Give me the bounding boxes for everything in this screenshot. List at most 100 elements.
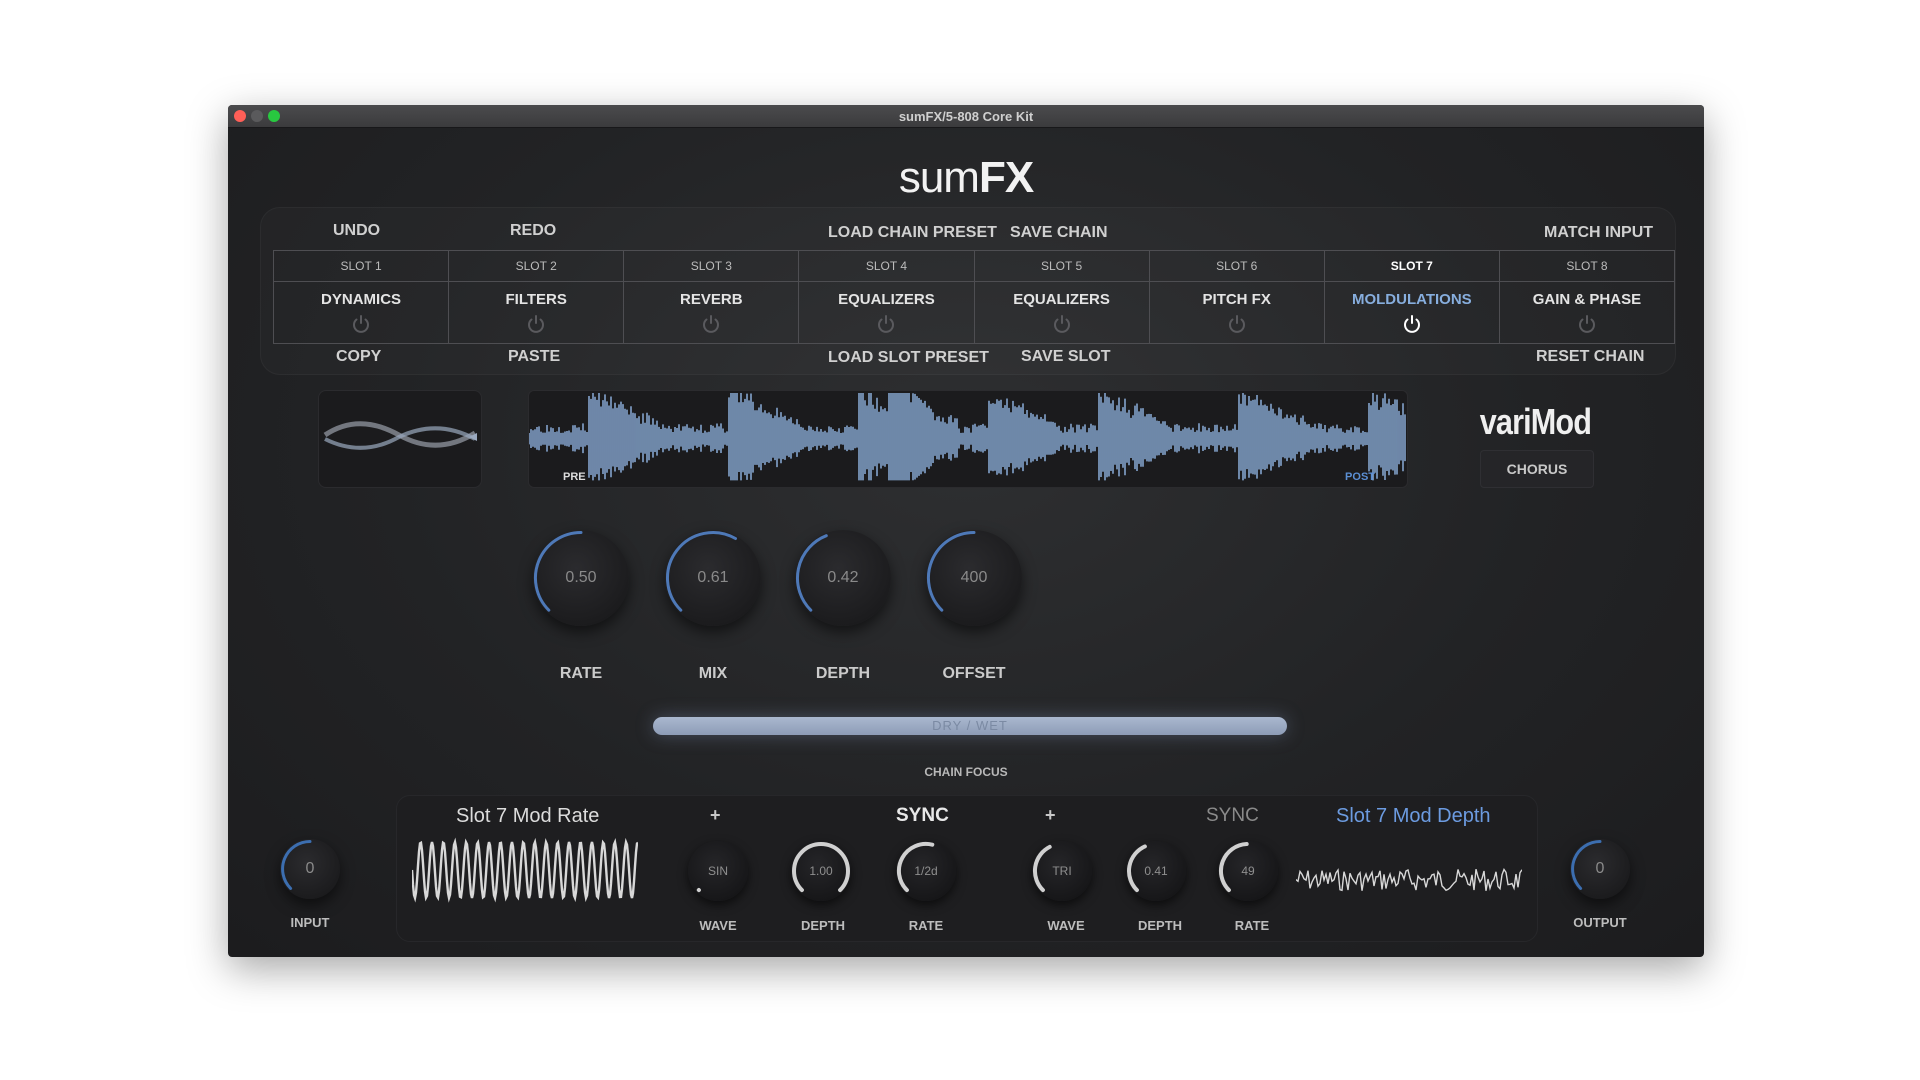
- knob-value: TRI: [1052, 864, 1072, 878]
- match-input-button[interactable]: MATCH INPUT: [1544, 224, 1653, 242]
- pre-label: PRE: [563, 471, 586, 483]
- effect-mode-selector[interactable]: CHORUS: [1480, 450, 1594, 488]
- slot-effect-name: REVERB: [680, 291, 743, 308]
- knob-value: 1/2d: [914, 864, 938, 878]
- mod-depth-depth-knob[interactable]: 0.41: [1126, 841, 1186, 901]
- mod-shape-preview: [318, 390, 482, 488]
- slot-number: SLOT 2: [449, 251, 624, 282]
- mod-depth-rate-label: RATE: [1234, 918, 1270, 933]
- mod-depth-add-button[interactable]: +: [1045, 805, 1056, 826]
- offset-knob-label: OFFSET: [942, 665, 1006, 682]
- mod-rate-wave-label: WAVE: [699, 918, 737, 933]
- knob-value: 400: [960, 569, 988, 586]
- input-knob[interactable]: 0: [280, 839, 340, 899]
- paste-button[interactable]: PASTE: [508, 348, 560, 366]
- knob-value: 0.50: [565, 569, 597, 586]
- redo-button[interactable]: REDO: [510, 222, 556, 240]
- knob-value: 1.00: [809, 864, 833, 878]
- power-icon[interactable]: [1401, 313, 1423, 335]
- mod-depth-wave-label: WAVE: [1047, 918, 1085, 933]
- mod-rate-depth-knob[interactable]: 1.00: [791, 841, 851, 901]
- power-icon[interactable]: [350, 313, 372, 335]
- mod-shape-graphic: [323, 421, 477, 450]
- waveform-graphic: [529, 393, 1406, 481]
- save-chain-button[interactable]: SAVE CHAIN: [1010, 224, 1108, 242]
- slot-effect-name: EQUALIZERS: [838, 291, 935, 308]
- brand-logo: sumFX: [228, 153, 1704, 203]
- power-icon[interactable]: [1226, 313, 1248, 335]
- mod-depth-title: Slot 7 Mod Depth: [1336, 805, 1491, 827]
- chain-focus-label: CHAIN FOCUS: [924, 765, 1008, 779]
- dry-wet-label: DRY / WET: [932, 718, 1008, 733]
- knob-value: 0.61: [697, 569, 729, 586]
- mix-knob-label: MIX: [698, 665, 728, 682]
- output-label: OUTPUT: [1573, 915, 1627, 930]
- copy-button[interactable]: COPY: [336, 348, 381, 366]
- slot-effect-name: GAIN & PHASE: [1532, 291, 1642, 308]
- offset-knob[interactable]: 400: [926, 530, 1022, 626]
- mod-rate-rate-label: RATE: [908, 918, 944, 933]
- mod-depth-depth-label: DEPTH: [1137, 918, 1183, 933]
- save-slot-button[interactable]: SAVE SLOT: [1021, 348, 1111, 366]
- undo-button[interactable]: UNDO: [333, 222, 380, 240]
- mod-depth-wave-graphic: [1296, 868, 1522, 892]
- slot-7[interactable]: SLOT 7 MOLDULATIONS: [1324, 251, 1500, 343]
- slot-8[interactable]: SLOT 8 GAIN & PHASE: [1499, 251, 1674, 343]
- power-icon[interactable]: [1051, 313, 1073, 335]
- load-slot-preset-button[interactable]: LOAD SLOT PRESET: [828, 349, 989, 367]
- rate-knob[interactable]: 0.50: [533, 530, 629, 626]
- mod-depth-wave-knob[interactable]: TRI: [1032, 841, 1092, 901]
- slot-1[interactable]: SLOT 1 DYNAMICS: [274, 251, 450, 343]
- mod-rate-title: Slot 7 Mod Rate: [456, 805, 600, 827]
- load-chain-preset-button[interactable]: LOAD CHAIN PRESET: [828, 224, 997, 242]
- power-icon[interactable]: [525, 313, 547, 335]
- mix-knob[interactable]: 0.61: [665, 530, 761, 626]
- mod-rate-add-button[interactable]: +: [710, 805, 721, 826]
- knob-value: SIN: [707, 864, 728, 878]
- power-icon[interactable]: [875, 313, 897, 335]
- knob-value: 49: [1241, 864, 1255, 878]
- output-knob[interactable]: 0: [1570, 839, 1630, 899]
- slot-number: SLOT 3: [624, 251, 799, 282]
- plugin-window: sumFX/5-808 Core Kit sumFX UNDO REDO LOA…: [228, 105, 1704, 957]
- slot-effect-name: FILTERS: [505, 291, 567, 308]
- knob-value: 0.41: [1144, 864, 1168, 878]
- power-icon[interactable]: [1576, 313, 1598, 335]
- slot-number: SLOT 6: [1149, 251, 1324, 282]
- slot-6[interactable]: SLOT 6 PITCH FX: [1149, 251, 1325, 343]
- depth-knob[interactable]: 0.42: [795, 530, 891, 626]
- mod-rate-wave-graphic: [412, 837, 638, 903]
- mod-rate-wave-knob[interactable]: SIN: [688, 841, 748, 901]
- mod-depth-sync-toggle[interactable]: SYNC: [1206, 805, 1259, 827]
- waveform-display: PRE POST: [528, 390, 1408, 488]
- reset-chain-button[interactable]: RESET CHAIN: [1536, 348, 1644, 366]
- window-title: sumFX/5-808 Core Kit: [898, 109, 1034, 124]
- slot-effect-name: PITCH FX: [1202, 291, 1271, 308]
- dry-wet-slider[interactable]: DRY / WET: [653, 717, 1287, 735]
- rate-knob-label: RATE: [559, 665, 603, 682]
- slot-2[interactable]: SLOT 2 FILTERS: [449, 251, 625, 343]
- fx-slot-strip: SLOT 1 DYNAMICS SLOT 2 FILTERS SLOT 3 REVERB S…: [273, 250, 1675, 344]
- slot-effect-name: DYNAMICS: [321, 291, 402, 308]
- effect-name: variMod: [1479, 401, 1592, 442]
- mod-rate-sync-toggle[interactable]: SYNC: [896, 805, 949, 827]
- brand-logo-fx: FX: [978, 153, 1034, 202]
- title-bar: sumFX/5-808 Core Kit: [228, 105, 1704, 128]
- depth-knob-label: DEPTH: [815, 665, 871, 682]
- slot-number: SLOT 5: [974, 251, 1149, 282]
- slot-number: SLOT 8: [1499, 251, 1674, 282]
- mod-depth-rate-knob[interactable]: 49: [1218, 841, 1278, 901]
- knob-value: 0.42: [827, 569, 859, 586]
- slot-5[interactable]: SLOT 5 EQUALIZERS: [974, 251, 1150, 343]
- power-icon[interactable]: [700, 313, 722, 335]
- mod-rate-depth-label: DEPTH: [800, 918, 846, 933]
- knob-value: 0: [1595, 860, 1605, 877]
- slot-3[interactable]: SLOT 3 REVERB: [624, 251, 800, 343]
- brand-logo-sum: sum: [898, 153, 980, 202]
- knob-value: 0: [305, 860, 315, 877]
- slot-effect-name: EQUALIZERS: [1013, 291, 1110, 308]
- input-label: INPUT: [290, 915, 330, 930]
- slot-4[interactable]: SLOT 4 EQUALIZERS: [799, 251, 975, 343]
- mod-rate-rate-knob[interactable]: 1/2d: [896, 841, 956, 901]
- slot-number: SLOT 7: [1324, 251, 1499, 282]
